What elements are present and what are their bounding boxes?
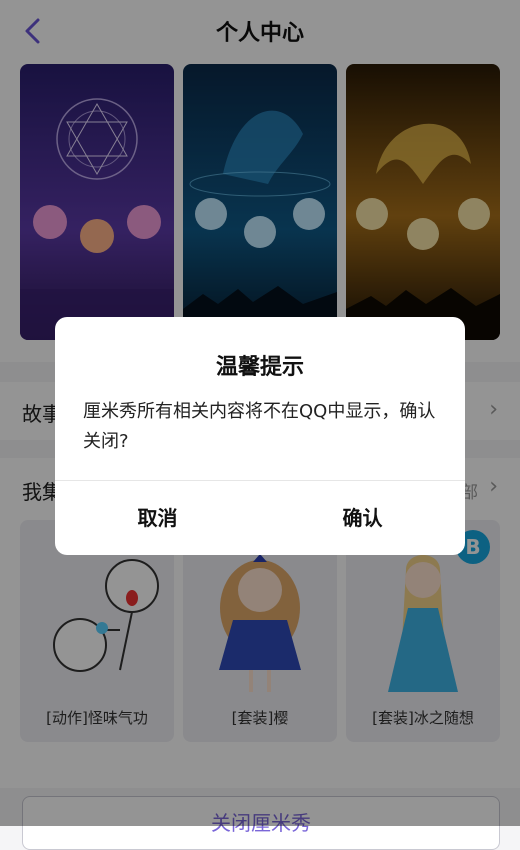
confirm-dialog: 温馨提示 厘米秀所有相关内容将不在QQ中显示，确认关闭? 取消 确认	[55, 317, 465, 555]
confirm-button[interactable]: 确认	[260, 481, 465, 555]
dialog-title: 温馨提示	[215, 355, 304, 380]
dialog-message: 厘米秀所有相关内容将不在QQ中显示，确认关闭?	[83, 401, 436, 452]
cancel-button[interactable]: 取消	[55, 481, 260, 555]
